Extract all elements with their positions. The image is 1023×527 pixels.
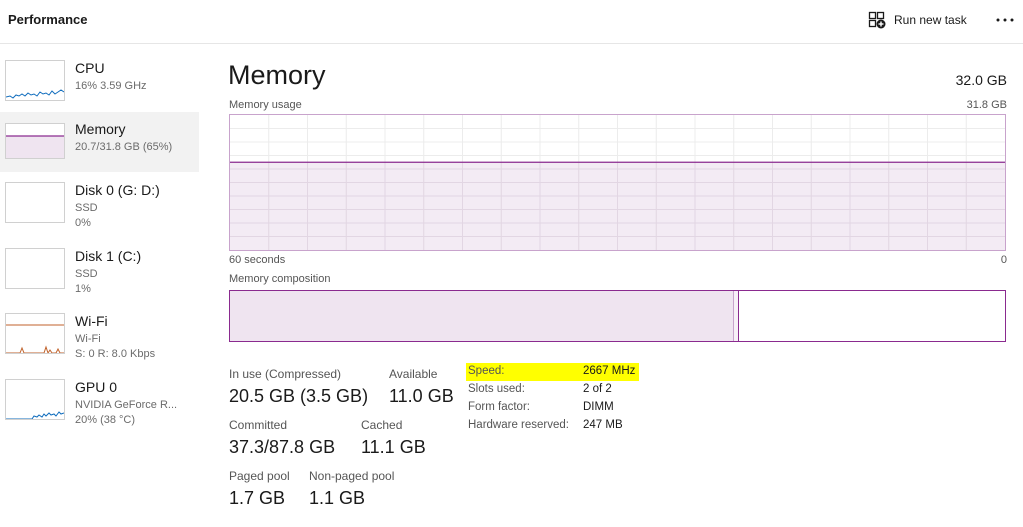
stat-label: In use (Compressed) [229, 367, 342, 381]
memory-total: 32.0 GB [955, 72, 1007, 88]
stat-label: Committed [229, 418, 288, 432]
stat-non-paged-pool: Non-paged pool 1.1 GB [309, 469, 394, 509]
memory-usage-max: 31.8 GB [966, 99, 1007, 111]
cpu-thumbnail-graph [5, 60, 65, 101]
sidebar-item-detail: 20.7/31.8 GB (65%) [75, 141, 173, 153]
hw-label: Slots used: [468, 383, 525, 395]
stat-available: Available 11.0 GB [389, 367, 454, 407]
composition-modified-segment [734, 291, 739, 341]
stat-label: Cached [361, 418, 403, 432]
memory-usage-label: Memory usage [229, 99, 302, 111]
sidebar-item-label: Memory [75, 121, 126, 137]
sidebar-item-detail: NVIDIA GeForce R... [75, 399, 178, 411]
hw-row-hardware-reserved: Hardware reserved: 247 MB [466, 417, 639, 435]
memory-thumbnail-graph [5, 123, 65, 159]
stat-paged-pool: Paged pool 1.7 GB [229, 469, 290, 509]
sidebar-item-detail: Wi-Fi [75, 333, 101, 345]
run-new-task-label: Run new task [894, 13, 967, 27]
memory-composition-bar [229, 290, 1006, 342]
sidebar-item-label: Wi-Fi [75, 313, 108, 329]
sidebar-item-disk-0[interactable]: Disk 0 (G: D:) SSD 0% [0, 177, 199, 237]
hw-value: DIMM [583, 401, 614, 413]
sidebar-item-detail: 20% (38 °C) [75, 414, 136, 426]
disk-0-thumbnail-graph [5, 182, 65, 223]
hw-row-form-factor: Form factor: DIMM [466, 399, 639, 417]
sidebar-item-label: Disk 0 (G: D:) [75, 182, 160, 198]
sidebar-item-wifi[interactable]: Wi-Fi Wi-Fi S: 0 R: 8.0 Kbps [0, 308, 199, 368]
stat-value: 1.7 GB [229, 488, 286, 508]
sidebar-item-label: CPU [75, 60, 105, 76]
sidebar-item-cpu[interactable]: CPU 16% 3.59 GHz [0, 55, 199, 115]
sidebar-item-gpu-0[interactable]: GPU 0 NVIDIA GeForce R... 20% (38 °C) [0, 374, 199, 434]
hw-value: 2 of 2 [583, 383, 612, 395]
time-zero-label: 0 [1000, 254, 1007, 266]
hw-label: Form factor: [468, 401, 530, 413]
hw-value: 247 MB [583, 419, 623, 431]
page-title: Performance [8, 12, 88, 27]
sidebar-item-detail: 0% [75, 217, 91, 229]
sidebar-item-memory[interactable]: Memory 20.7/31.8 GB (65%) [0, 112, 199, 172]
memory-composition-label: Memory composition [229, 273, 331, 285]
time-span-label: 60 seconds [229, 254, 286, 266]
hw-row-speed: Speed: 2667 MHz [466, 363, 639, 381]
wifi-thumbnail-graph [5, 313, 65, 354]
stat-in-use: In use (Compressed) 20.5 GB (3.5 GB) [229, 367, 368, 407]
sidebar-item-detail: S: 0 R: 8.0 Kbps [75, 348, 156, 360]
more-horizontal-icon[interactable] [994, 11, 1016, 29]
stat-value: 37.3/87.8 GB [229, 437, 336, 457]
composition-in-use-segment [230, 291, 734, 341]
stat-label: Non-paged pool [309, 469, 395, 483]
sidebar-item-label: Disk 1 (C:) [75, 248, 142, 264]
hw-label: Hardware reserved: [468, 419, 569, 431]
run-new-task-button[interactable]: Run new task [868, 9, 967, 31]
header-bar: Performance Run new task [0, 0, 1023, 44]
hw-label: Speed: [468, 365, 505, 377]
stat-value: 11.1 GB [361, 437, 426, 457]
hw-row-slots: Slots used: 2 of 2 [466, 381, 639, 399]
gpu-0-thumbnail-graph [5, 379, 65, 420]
sidebar-item-detail: 1% [75, 283, 91, 295]
add-task-icon [868, 11, 886, 29]
memory-usage-graph [229, 114, 1006, 251]
stat-label: Available [389, 367, 438, 381]
sidebar-item-disk-1[interactable]: Disk 1 (C:) SSD 1% [0, 243, 199, 303]
disk-1-thumbnail-graph [5, 248, 65, 289]
stat-cached: Cached 11.1 GB [361, 418, 426, 458]
sidebar-item-detail: SSD [75, 268, 98, 280]
hw-value: 2667 MHz [583, 365, 636, 377]
sidebar-item-label: GPU 0 [75, 379, 118, 395]
stat-committed: Committed 37.3/87.8 GB [229, 418, 335, 458]
stat-value: 11.0 GB [389, 386, 454, 406]
stat-value: 1.1 GB [309, 488, 366, 508]
stat-value: 20.5 GB (3.5 GB) [229, 386, 369, 406]
sidebar-item-detail: 16% 3.59 GHz [75, 80, 147, 92]
sidebar-item-detail: SSD [75, 202, 98, 214]
memory-heading: Memory [228, 60, 326, 90]
stat-label: Paged pool [229, 469, 290, 483]
